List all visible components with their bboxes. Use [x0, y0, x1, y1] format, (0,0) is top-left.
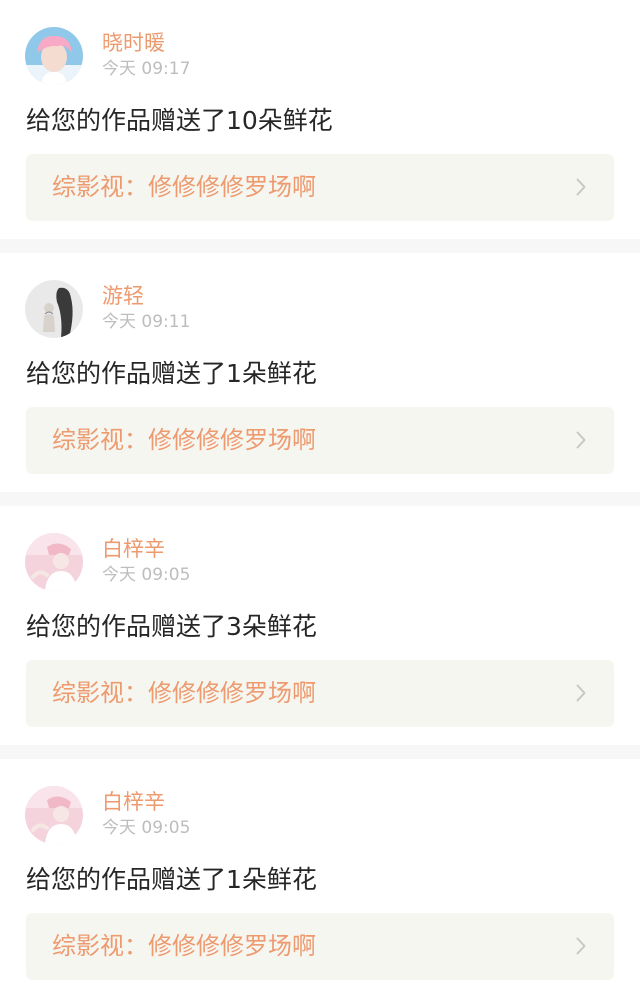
username[interactable]: 白梓辛 [102, 789, 165, 815]
avatar-pink-hair-boy-icon [25, 27, 83, 85]
avatar-pink-cap-girl-icon [25, 533, 83, 591]
timestamp: 今天 09:11 [102, 312, 191, 332]
chevron-right-icon [576, 937, 586, 955]
avatar[interactable] [25, 27, 83, 85]
username[interactable]: 晓时暖 [102, 30, 165, 56]
username[interactable]: 白梓辛 [102, 536, 165, 562]
timestamp: 今天 09:17 [102, 59, 191, 79]
notification-card: 白梓辛 今天 09:05 给您的作品赠送了3朵鲜花 综影视：修修修修罗场啊 [0, 506, 640, 745]
gift-message: 给您的作品赠送了1朵鲜花 [26, 359, 317, 388]
work-link[interactable]: 综影视：修修修修罗场啊 [26, 407, 614, 474]
avatar-pink-cap-girl-icon [25, 786, 83, 844]
divider [0, 239, 640, 253]
notification-card: 游轻 今天 09:11 给您的作品赠送了1朵鲜花 综影视：修修修修罗场啊 [0, 253, 640, 492]
work-link[interactable]: 综影视：修修修修罗场啊 [26, 154, 614, 221]
chevron-right-icon [576, 431, 586, 449]
chevron-right-icon [576, 178, 586, 196]
avatar[interactable] [25, 533, 83, 591]
gift-message: 给您的作品赠送了3朵鲜花 [26, 612, 317, 641]
work-title: 综影视：修修修修罗场啊 [52, 679, 316, 707]
work-link[interactable]: 综影视：修修修修罗场啊 [26, 913, 614, 980]
avatar-dark-figure-icon [25, 280, 83, 338]
gift-message: 给您的作品赠送了1朵鲜花 [26, 865, 317, 894]
gift-message: 给您的作品赠送了10朵鲜花 [26, 106, 333, 135]
chevron-right-icon [576, 684, 586, 702]
work-link[interactable]: 综影视：修修修修罗场啊 [26, 660, 614, 727]
timestamp: 今天 09:05 [102, 565, 191, 585]
avatar[interactable] [25, 280, 83, 338]
notification-card: 白梓辛 今天 09:05 给您的作品赠送了1朵鲜花 综影视：修修修修罗场啊 [0, 759, 640, 998]
avatar[interactable] [25, 786, 83, 844]
timestamp: 今天 09:05 [102, 818, 191, 838]
divider [0, 492, 640, 506]
work-title: 综影视：修修修修罗场啊 [52, 173, 316, 201]
work-title: 综影视：修修修修罗场啊 [52, 932, 316, 960]
gift-notification-feed: 晓时暖 今天 09:17 给您的作品赠送了10朵鲜花 综影视：修修修修罗场啊 游… [0, 0, 640, 998]
username[interactable]: 游轻 [102, 283, 144, 309]
divider [0, 745, 640, 759]
work-title: 综影视：修修修修罗场啊 [52, 426, 316, 454]
notification-card: 晓时暖 今天 09:17 给您的作品赠送了10朵鲜花 综影视：修修修修罗场啊 [0, 0, 640, 239]
